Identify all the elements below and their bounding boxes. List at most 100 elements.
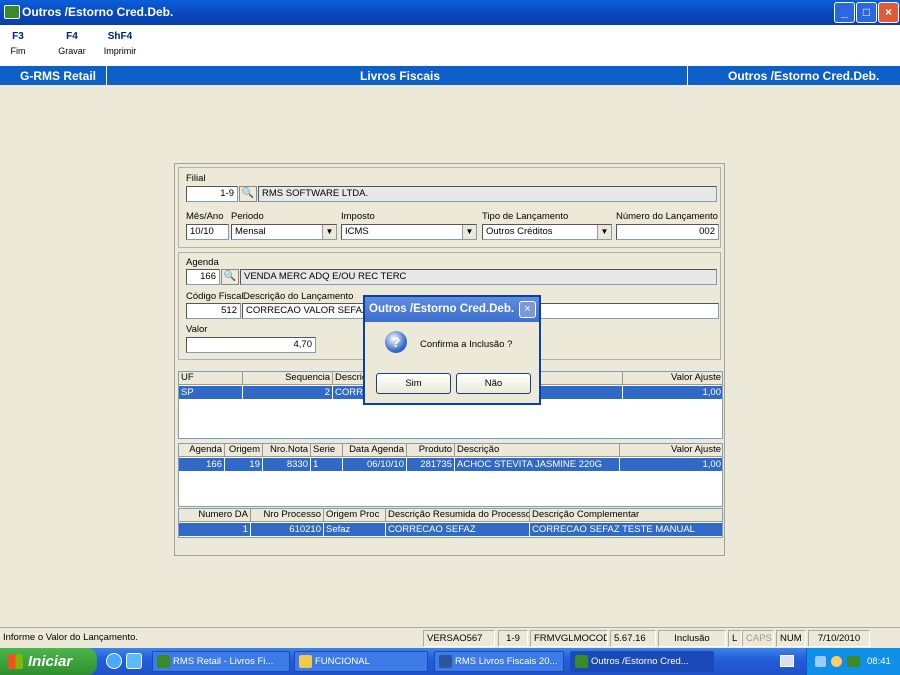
- dialog-close-button[interactable]: ×: [519, 301, 536, 318]
- codfiscal-input[interactable]: 512: [186, 303, 241, 319]
- table-cell[interactable]: CORRECAO SEFAZ: [386, 523, 530, 536]
- imposto-value: ICMS: [345, 226, 369, 237]
- close-button[interactable]: ×: [878, 2, 899, 23]
- column-header[interactable]: Descrição: [455, 444, 620, 457]
- table-cell[interactable]: 19: [225, 458, 263, 471]
- column-header[interactable]: Nro.Nota: [263, 444, 311, 457]
- status-l: L: [728, 630, 742, 647]
- windows-logo-icon: [8, 654, 23, 669]
- taskbar-item[interactable]: RMS Livros Fiscais 20...: [434, 651, 564, 672]
- imposto-select[interactable]: ICMS ▼: [341, 224, 477, 240]
- header-app-name: G-RMS Retail: [20, 69, 97, 83]
- status-caps: CAPS: [742, 630, 774, 647]
- mesano-label: Mês/Ano: [186, 211, 224, 222]
- column-header[interactable]: Serie: [311, 444, 343, 457]
- header-module: Livros Fiscais: [360, 69, 441, 83]
- table-cell[interactable]: 06/10/10: [343, 458, 407, 471]
- status-build: 5.67.16: [610, 630, 656, 647]
- window-title: Outros /Estorno Cred.Deb.: [22, 5, 174, 19]
- numero-input[interactable]: 002: [616, 224, 719, 240]
- network-icon[interactable]: [815, 656, 826, 667]
- table-cell[interactable]: ACHOC STEVITA JASMINE 220G: [455, 458, 620, 471]
- status-date: 7/10/2010: [808, 630, 870, 647]
- binoculars-icon[interactable]: 🔍: [221, 269, 239, 285]
- table-cell[interactable]: 8330: [263, 458, 311, 471]
- app-tray-icon[interactable]: [847, 656, 860, 667]
- keyboard-icon[interactable]: [780, 655, 794, 667]
- word-icon: [439, 655, 452, 668]
- agenda-code-input[interactable]: 166: [186, 269, 220, 285]
- chevron-down-icon[interactable]: ▼: [322, 225, 336, 239]
- filial-name-field: RMS SOFTWARE LTDA.: [258, 186, 717, 202]
- column-header[interactable]: Numero DA: [179, 509, 251, 522]
- header-divider: [687, 66, 688, 85]
- taskbar-item-active[interactable]: Outros /Estorno Cred...: [570, 651, 714, 672]
- table-cell[interactable]: 2: [243, 386, 333, 399]
- column-header[interactable]: Valor Ajuste: [620, 444, 722, 457]
- binoculars-icon[interactable]: 🔍: [239, 186, 257, 202]
- table-cell[interactable]: CORRECAO SEFAZ TESTE MANUAL: [530, 523, 722, 536]
- status-hint: Informe o Valor do Lançamento.: [3, 632, 139, 643]
- table-cell[interactable]: 1,00: [620, 458, 722, 471]
- task-label: RMS Livros Fiscais 20...: [455, 656, 558, 667]
- confirm-dialog: Outros /Estorno Cred.Deb. × ? Confirma a…: [363, 295, 541, 405]
- column-header[interactable]: Valor Ajuste: [623, 372, 722, 385]
- sim-button[interactable]: Sim: [376, 373, 451, 394]
- valor-input[interactable]: 4,70: [186, 337, 316, 353]
- status-num: NUM: [776, 630, 806, 647]
- column-header[interactable]: Produto: [407, 444, 455, 457]
- tipo-value: Outros Créditos: [486, 226, 553, 237]
- status-mode: Inclusão: [658, 630, 726, 647]
- ie-icon[interactable]: [106, 653, 122, 669]
- dialog-message: Confirma a Inclusão ?: [420, 339, 513, 350]
- status-filial: 1-9: [498, 630, 528, 647]
- app-icon: [575, 655, 588, 668]
- tipo-select[interactable]: Outros Créditos ▼: [482, 224, 612, 240]
- table-cell[interactable]: 281735: [407, 458, 455, 471]
- table-cell[interactable]: 166: [179, 458, 225, 471]
- minimize-button[interactable]: _: [834, 2, 855, 23]
- function-key-toolbar: F3 Fim F4 Gravar ShF4 Imprimir: [0, 25, 900, 66]
- f4-gravar-button[interactable]: F4 Gravar: [56, 31, 88, 56]
- column-header[interactable]: Sequencia: [243, 372, 333, 385]
- clock: 08:41: [867, 656, 891, 667]
- column-header[interactable]: Data Agenda: [343, 444, 407, 457]
- column-header[interactable]: Origem: [225, 444, 263, 457]
- start-button[interactable]: Iniciar: [0, 648, 97, 675]
- quicklaunch-icon[interactable]: [126, 653, 142, 669]
- nao-button[interactable]: Não: [456, 373, 531, 394]
- column-header[interactable]: UF: [179, 372, 243, 385]
- table-cell[interactable]: 610210: [251, 523, 324, 536]
- taskbar-item[interactable]: FUNCIONAL: [294, 651, 428, 672]
- column-header[interactable]: Origem Proc: [324, 509, 386, 522]
- header-screen: Outros /Estorno Cred.Deb.: [728, 69, 880, 83]
- mesano-input[interactable]: 10/10: [186, 224, 229, 240]
- column-header[interactable]: Nro Processo: [251, 509, 324, 522]
- processo-grid[interactable]: Numero DA Nro Processo Origem Proc Descr…: [178, 508, 723, 538]
- dialog-title: Outros /Estorno Cred.Deb.: [365, 297, 539, 322]
- window-title-bar: Outros /Estorno Cred.Deb. _ □ ×: [0, 0, 900, 25]
- table-cell[interactable]: 1: [311, 458, 343, 471]
- filial-code-input[interactable]: 1-9: [186, 186, 238, 202]
- key-action: Imprimir: [103, 46, 137, 56]
- column-header[interactable]: Descrição Complementar: [530, 509, 722, 522]
- agenda-desc-field: VENDA MERC ADQ E/OU REC TERC: [240, 269, 717, 285]
- f3-fim-button[interactable]: F3 Fim: [6, 31, 30, 56]
- maximize-button[interactable]: □: [856, 2, 877, 23]
- chevron-down-icon[interactable]: ▼: [597, 225, 611, 239]
- security-icon[interactable]: [831, 656, 842, 667]
- chevron-down-icon[interactable]: ▼: [462, 225, 476, 239]
- key-label: ShF4: [107, 31, 133, 42]
- periodo-select[interactable]: Mensal ▼: [231, 224, 337, 240]
- table-cell[interactable]: 1,00: [623, 386, 722, 399]
- table-cell[interactable]: Sefaz: [324, 523, 386, 536]
- table-cell[interactable]: 1: [179, 523, 251, 536]
- start-label: Iniciar: [28, 653, 73, 670]
- table-cell[interactable]: SP: [179, 386, 243, 399]
- taskbar-item[interactable]: RMS Retail - Livros Fi...: [152, 651, 290, 672]
- column-header[interactable]: Descrição Resumida do Processo: [386, 509, 530, 522]
- shf4-imprimir-button[interactable]: ShF4 Imprimir: [100, 31, 140, 56]
- column-header[interactable]: Agenda: [179, 444, 225, 457]
- agenda-items-grid[interactable]: Agenda Origem Nro.Nota Serie Data Agenda…: [178, 443, 723, 507]
- numero-label: Número do Lançamento: [616, 211, 718, 222]
